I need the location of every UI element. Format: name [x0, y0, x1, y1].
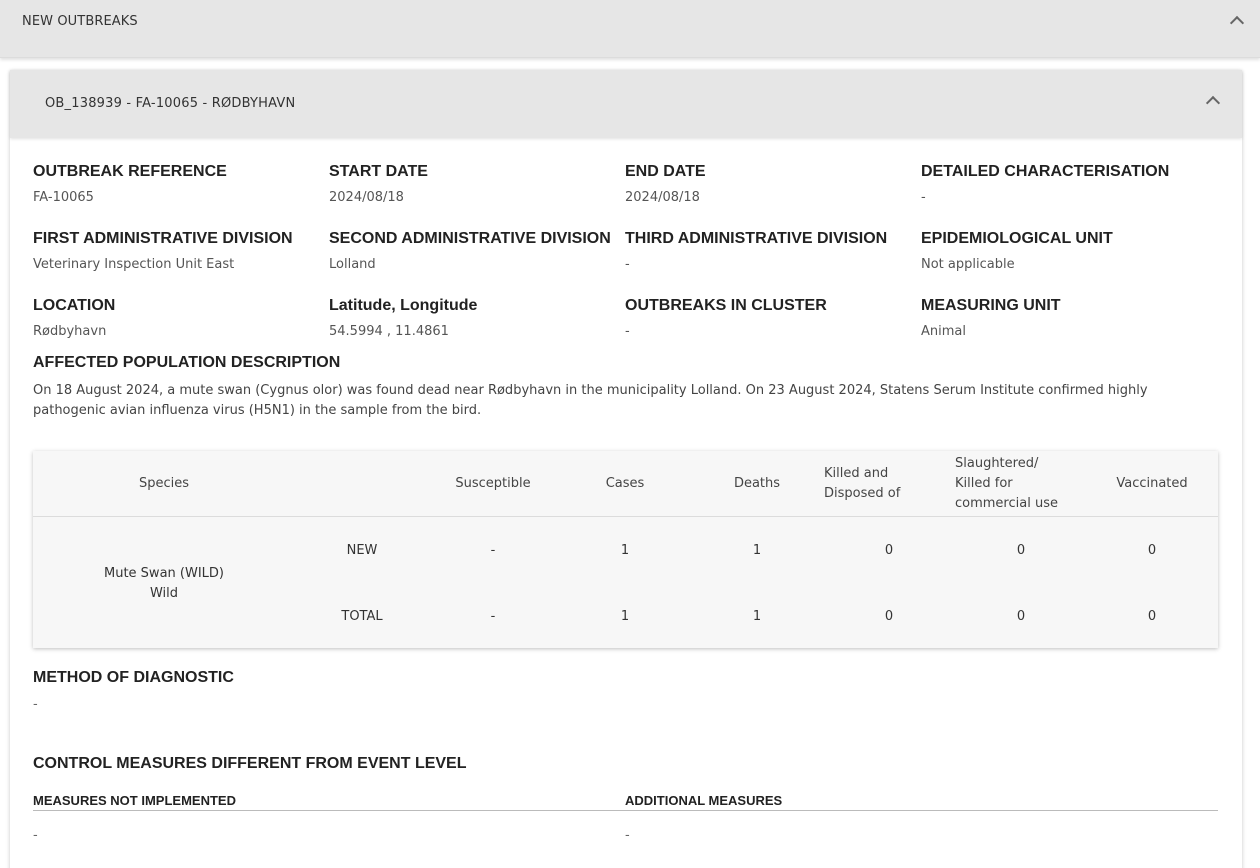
field-value: Veterinary Inspection Unit East [33, 257, 235, 272]
col-header-killed: Killed and Disposed of [824, 464, 949, 504]
additional-measures-label: ADDITIONAL MEASURES [625, 793, 783, 808]
field-label: FIRST ADMINISTRATIVE DIVISION [33, 230, 293, 247]
field-value: Lolland [329, 257, 376, 272]
cell-deaths: 1 [752, 609, 762, 624]
measures-not-implemented-value: - [33, 828, 38, 843]
field-epidemiological-unit: EPIDEMIOLOGICAL UNIT Not applicable [921, 230, 1211, 272]
cell-deaths: 1 [752, 543, 762, 558]
panel-title: NEW OUTBREAKS [22, 14, 138, 29]
field-value: Animal [921, 324, 966, 339]
col-header-species: Species [138, 476, 190, 491]
col-header-killed-line: Killed and [824, 466, 889, 481]
cell-killed: 0 [884, 543, 894, 558]
field-second-admin-division: SECOND ADMINISTRATIVE DIVISION Lolland [329, 230, 619, 272]
field-value: FA-10065 [33, 190, 94, 205]
field-measuring-unit: MEASURING UNIT Animal [921, 297, 1211, 339]
col-header-slaughtered-line: Slaughtered/ [955, 456, 1039, 471]
field-label: OUTBREAKS IN CLUSTER [625, 297, 827, 314]
field-label: DETAILED CHARACTERISATION [921, 163, 1170, 180]
species-type: Wild [149, 586, 179, 601]
field-first-admin-division: FIRST ADMINISTRATIVE DIVISION Veterinary… [33, 230, 323, 272]
affected-population-text: On 18 August 2024, a mute swan (Cygnus o… [33, 383, 1148, 418]
field-label: END DATE [625, 163, 706, 180]
col-header-susceptible: Susceptible [455, 476, 531, 491]
field-value: - [625, 257, 630, 272]
species-table: Species Susceptible Cases Deaths Killed … [33, 451, 1218, 648]
field-value: - [921, 190, 926, 205]
field-location: LOCATION Rødbyhavn [33, 297, 323, 339]
affected-population-label: AFFECTED POPULATION DESCRIPTION [33, 354, 341, 371]
measures-divider [33, 810, 1218, 811]
method-of-diagnostic-value: - [33, 697, 38, 712]
chevron-up-icon[interactable] [1229, 15, 1245, 31]
cell-slaughtered: 0 [1016, 609, 1026, 624]
control-measures-label: CONTROL MEASURES DIFFERENT FROM EVENT LE… [33, 755, 467, 772]
additional-measures-value: - [625, 828, 630, 843]
cell-vaccinated: 0 [1147, 609, 1157, 624]
field-outbreaks-in-cluster: OUTBREAKS IN CLUSTER - [625, 297, 915, 339]
outbreak-title: OB_138939 - FA-10065 - RØDBYHAVN [45, 96, 296, 111]
measures-not-implemented-label: MEASURES NOT IMPLEMENTED [33, 793, 236, 808]
col-header-killed-line: Disposed of [824, 486, 901, 501]
species-name: Mute Swan (WILD) [104, 566, 224, 581]
species-cell: Mute Swan (WILD) Wild [89, 564, 239, 604]
field-end-date: END DATE 2024/08/18 [625, 163, 915, 205]
cell-slaughtered: 0 [1016, 543, 1026, 558]
field-label: LOCATION [33, 297, 116, 314]
field-label: Latitude, Longitude [329, 297, 478, 314]
field-third-admin-division: THIRD ADMINISTRATIVE DIVISION - [625, 230, 915, 272]
row-type-total: TOTAL [341, 609, 383, 624]
col-header-slaughtered: Slaughtered/ Killed for commercial use [955, 454, 1095, 514]
outbreak-card-header[interactable]: OB_138939 - FA-10065 - RØDBYHAVN [10, 70, 1242, 138]
field-value: Rødbyhavn [33, 324, 107, 339]
field-value: 2024/08/18 [625, 190, 700, 205]
new-outbreaks-panel-header[interactable]: NEW OUTBREAKS [0, 0, 1260, 58]
field-label: THIRD ADMINISTRATIVE DIVISION [625, 230, 888, 247]
method-of-diagnostic-label: METHOD OF DIAGNOSTIC [33, 669, 234, 686]
field-lat-long: Latitude, Longitude 54.5994 , 11.4861 [329, 297, 619, 339]
cell-vaccinated: 0 [1147, 543, 1157, 558]
col-header-deaths: Deaths [733, 476, 781, 491]
field-value: 2024/08/18 [329, 190, 404, 205]
field-value: 54.5994 , 11.4861 [329, 324, 449, 339]
field-label: OUTBREAK REFERENCE [33, 163, 227, 180]
field-outbreak-reference: OUTBREAK REFERENCE FA-10065 [33, 163, 323, 205]
field-start-date: START DATE 2024/08/18 [329, 163, 619, 205]
table-header-divider [33, 516, 1218, 517]
field-label: SECOND ADMINISTRATIVE DIVISION [329, 230, 611, 247]
col-header-cases: Cases [605, 476, 645, 491]
cell-susceptible: - [490, 543, 496, 558]
field-label: START DATE [329, 163, 428, 180]
field-label: MEASURING UNIT [921, 297, 1061, 314]
cell-cases: 1 [620, 609, 630, 624]
col-header-slaughtered-line: commercial use [955, 496, 1058, 511]
cell-killed: 0 [884, 609, 894, 624]
field-label: EPIDEMIOLOGICAL UNIT [921, 230, 1113, 247]
field-value: Not applicable [921, 257, 1015, 272]
col-header-slaughtered-line: Killed for [955, 476, 1013, 491]
chevron-up-icon[interactable] [1205, 95, 1221, 111]
row-type-new: NEW [346, 543, 378, 558]
cell-cases: 1 [620, 543, 630, 558]
field-value: - [625, 324, 630, 339]
field-detailed-characterisation: DETAILED CHARACTERISATION - [921, 163, 1211, 205]
cell-susceptible: - [490, 609, 496, 624]
col-header-vaccinated: Vaccinated [1116, 476, 1188, 491]
